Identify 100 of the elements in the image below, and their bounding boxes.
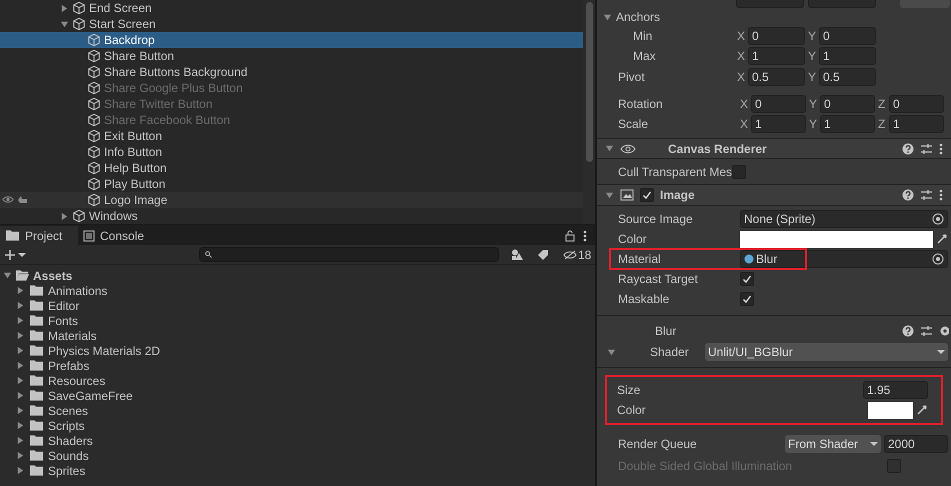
cube-icon bbox=[87, 161, 101, 175]
color-field[interactable] bbox=[740, 230, 948, 248]
folder-item[interactable]: Editor bbox=[48, 296, 80, 314]
cube-icon bbox=[72, 17, 86, 31]
folder-icon bbox=[29, 374, 44, 387]
object-picker-icon[interactable] bbox=[932, 253, 944, 265]
property-label: Raycast Target bbox=[618, 271, 699, 288]
hierarchy-item[interactable]: End Screen bbox=[89, 0, 152, 17]
eyedropper-icon[interactable] bbox=[916, 404, 928, 416]
number-field[interactable]: 0.5 bbox=[819, 68, 876, 86]
number-field[interactable]: 0 bbox=[751, 95, 806, 113]
plus-icon[interactable] bbox=[4, 248, 16, 260]
folder-item[interactable]: Scenes bbox=[48, 402, 88, 420]
number-field[interactable]: 0 bbox=[748, 27, 805, 45]
panel-tab[interactable]: Console bbox=[78, 226, 150, 245]
object-field[interactable]: Blur bbox=[740, 250, 948, 268]
caret-icon[interactable] bbox=[18, 252, 26, 258]
expanded-triangle-icon[interactable] bbox=[605, 190, 614, 200]
number-field[interactable]: 0.5 bbox=[748, 68, 805, 86]
hierarchy-item[interactable]: Exit Button bbox=[104, 127, 162, 145]
number-field[interactable]: 1 bbox=[751, 115, 806, 133]
folder-item[interactable]: Scripts bbox=[48, 416, 85, 434]
folder-item[interactable]: Materials bbox=[48, 326, 97, 344]
expanded-triangle-icon[interactable] bbox=[3, 271, 12, 280]
hierarchy-item[interactable]: Info Button bbox=[104, 143, 162, 161]
caret-icon bbox=[870, 441, 878, 447]
expanded-triangle-icon[interactable] bbox=[60, 20, 69, 28]
hierarchy-item[interactable]: Share Buttons Background bbox=[104, 63, 248, 81]
expanded-triangle-icon[interactable] bbox=[605, 144, 614, 153]
shader-dropdown[interactable]: Unlit/UI_BGBlur bbox=[705, 343, 948, 361]
sliders-icon[interactable] bbox=[920, 189, 933, 201]
component-header[interactable]: Image bbox=[597, 185, 951, 206]
folder-item[interactable]: Physics Materials 2D bbox=[48, 342, 160, 360]
folder-item[interactable]: Sounds bbox=[48, 446, 89, 464]
hierarchy-item[interactable]: Play Button bbox=[104, 175, 166, 193]
eye-icon[interactable] bbox=[2, 195, 14, 204]
number-field[interactable]: 0 bbox=[820, 95, 875, 113]
folder-item[interactable]: Assets bbox=[33, 266, 72, 284]
lock-icon[interactable] bbox=[565, 230, 575, 242]
folder-icon bbox=[29, 299, 44, 312]
object-picker-icon[interactable] bbox=[932, 213, 944, 225]
property-label: Cull Transparent Mes bbox=[618, 164, 732, 180]
hierarchy-item[interactable]: Share Button bbox=[104, 47, 174, 65]
folder-item[interactable]: SaveGameFree bbox=[48, 386, 133, 404]
folder-item[interactable]: Shaders bbox=[48, 432, 93, 450]
folder-item[interactable]: Prefabs bbox=[48, 356, 90, 374]
property-label: Maskable bbox=[618, 291, 670, 308]
object-field[interactable]: None (Sprite) bbox=[740, 210, 948, 228]
hand-icon[interactable] bbox=[17, 195, 28, 205]
console-icon bbox=[83, 230, 95, 242]
render-queue-dropdown[interactable]: From Shader bbox=[785, 435, 881, 453]
folder-item[interactable]: Animations bbox=[48, 282, 108, 300]
number-field[interactable]: 0 bbox=[819, 27, 876, 45]
number-field[interactable]: 1 bbox=[820, 115, 875, 133]
more-icon[interactable] bbox=[939, 142, 943, 154]
hidden-packages-toggle[interactable]: 18 bbox=[563, 246, 592, 264]
number-field[interactable]: 2000 bbox=[884, 435, 948, 453]
tag-icon[interactable] bbox=[537, 248, 549, 260]
color-swatch[interactable] bbox=[868, 402, 913, 418]
search-field[interactable] bbox=[199, 247, 499, 262]
number-field[interactable]: 1 bbox=[889, 115, 944, 133]
more-icon[interactable] bbox=[939, 189, 943, 201]
more-icon[interactable] bbox=[583, 230, 587, 242]
folder-item[interactable]: Fonts bbox=[48, 312, 78, 330]
settings-icon[interactable] bbox=[939, 325, 949, 337]
cube-icon bbox=[72, 209, 86, 223]
eyedropper-icon[interactable] bbox=[936, 233, 948, 245]
help-icon[interactable] bbox=[902, 325, 914, 337]
hierarchy-item[interactable]: Start Screen bbox=[89, 15, 156, 33]
collapsed-triangle-icon[interactable] bbox=[60, 212, 69, 220]
number-field[interactable]: 1 bbox=[748, 47, 805, 65]
expanded-triangle-icon[interactable] bbox=[607, 348, 616, 356]
cube-icon bbox=[87, 177, 101, 191]
help-icon[interactable] bbox=[902, 189, 914, 201]
cube-icon bbox=[87, 81, 101, 95]
hierarchy-item[interactable]: Backdrop bbox=[104, 31, 155, 49]
number-field[interactable]: 1 bbox=[819, 47, 876, 65]
help-icon[interactable] bbox=[902, 142, 914, 154]
hierarchy-item[interactable]: Help Button bbox=[104, 159, 167, 177]
checkbox[interactable] bbox=[640, 188, 654, 202]
cube-icon bbox=[87, 97, 101, 111]
checkbox[interactable] bbox=[732, 164, 746, 178]
property-label: Color bbox=[617, 402, 647, 419]
cube-icon bbox=[87, 65, 101, 79]
sliders-icon[interactable] bbox=[920, 142, 933, 154]
panel-tab[interactable]: Project bbox=[0, 226, 78, 245]
shapes-icon[interactable] bbox=[511, 248, 523, 260]
collapsed-triangle-icon[interactable] bbox=[60, 4, 69, 12]
checkbox[interactable] bbox=[740, 292, 754, 306]
number-field[interactable]: 0 bbox=[889, 95, 944, 113]
sliders-icon[interactable] bbox=[920, 325, 933, 337]
folder-item[interactable]: Sprites bbox=[48, 462, 86, 480]
folder-item[interactable]: Resources bbox=[48, 372, 106, 390]
expanded-triangle-icon[interactable] bbox=[603, 12, 612, 22]
axis-label: Y bbox=[809, 96, 818, 113]
component-header[interactable]: Canvas Renderer bbox=[597, 138, 951, 159]
checkbox[interactable] bbox=[740, 272, 754, 286]
hierarchy-item[interactable]: Logo Image bbox=[104, 191, 168, 209]
hierarchy-item[interactable]: Windows bbox=[89, 207, 138, 225]
number-field[interactable]: 1.95 bbox=[863, 381, 928, 399]
